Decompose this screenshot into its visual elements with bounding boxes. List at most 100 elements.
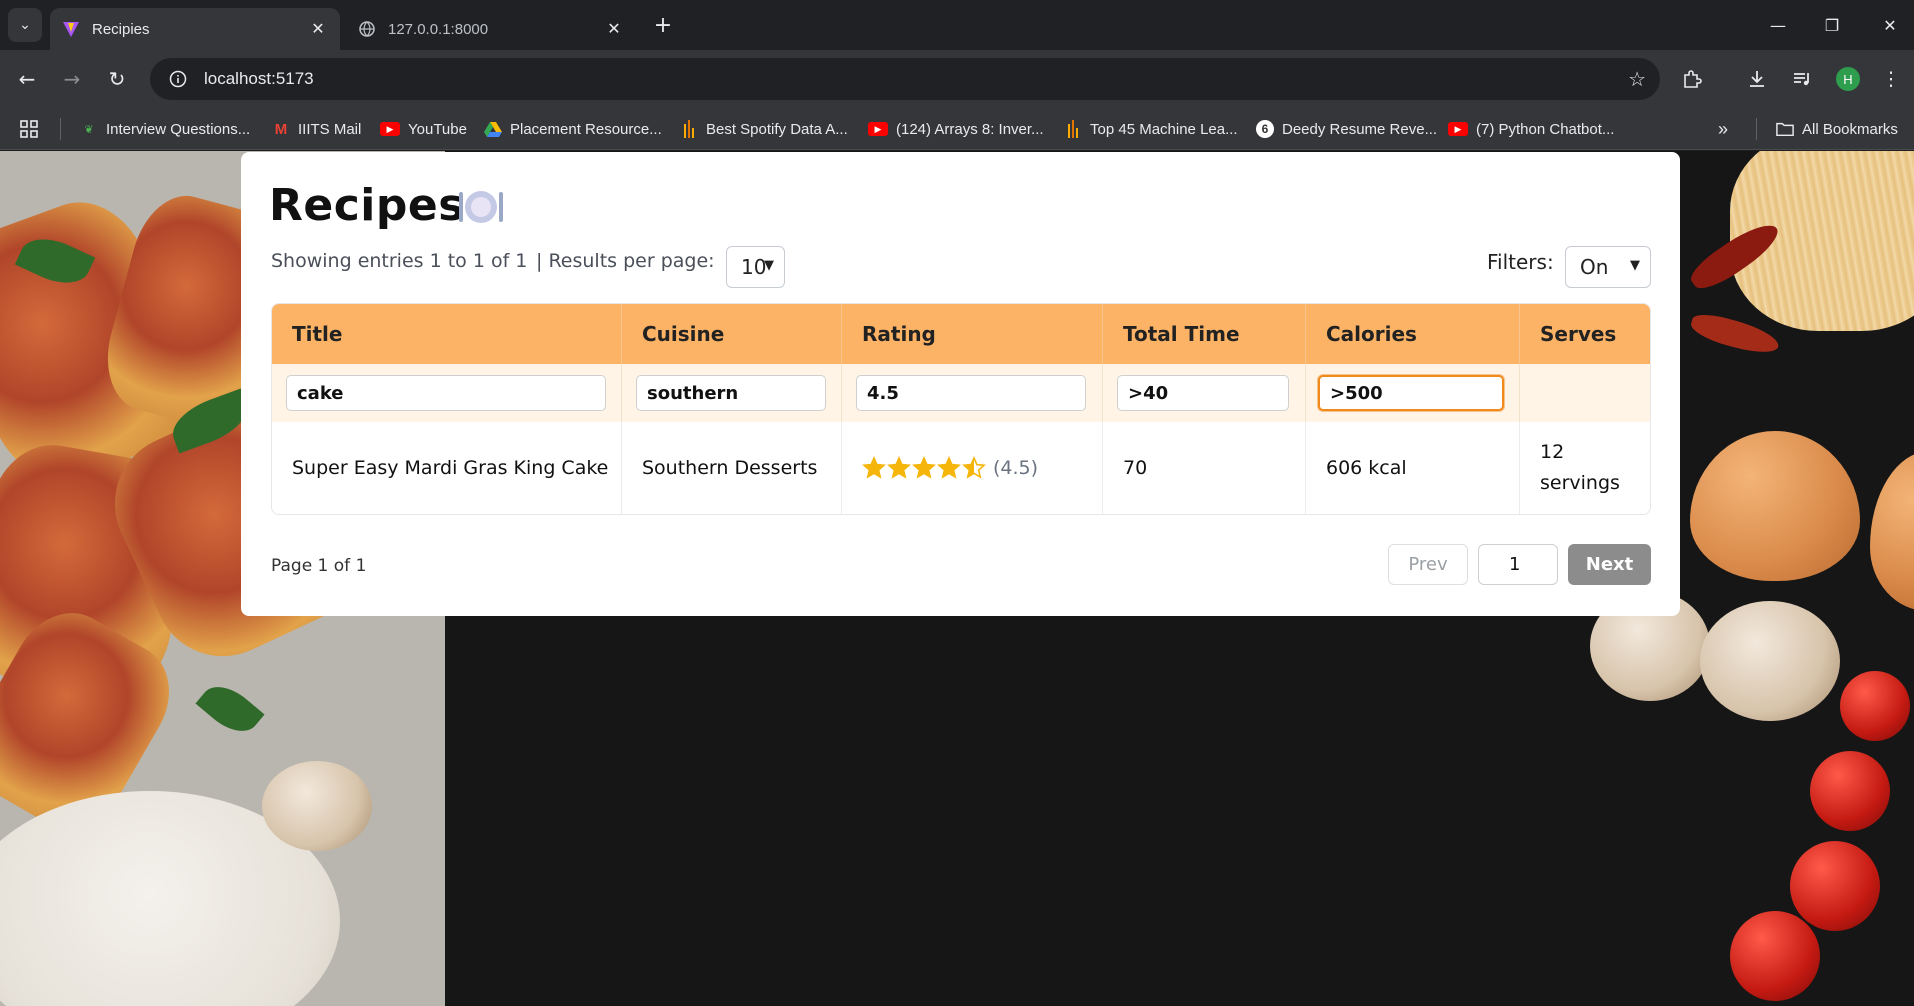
star-full-icon	[912, 456, 936, 479]
bookmark-label: (124) Arrays 8: Inver...	[896, 120, 1044, 138]
recipes-card: Recipes Showing entries 1 to 1 of 1 | Re…	[241, 152, 1680, 616]
url-text: localhost:5173	[204, 69, 314, 88]
table-header-row: Title Cuisine Rating Total Time Calories…	[272, 304, 1650, 364]
filter-cell-title: cake	[272, 364, 622, 422]
filter-cell-cuisine: southern	[622, 364, 842, 422]
download-icon[interactable]	[1740, 62, 1774, 96]
column-header-rating[interactable]: Rating	[842, 304, 1103, 364]
gmail-icon: M	[274, 120, 288, 138]
tab-search-button[interactable]: ⌄	[8, 8, 42, 42]
bookmark-placement-resource[interactable]: Placement Resource...	[484, 116, 662, 142]
column-header-serves[interactable]: Serves	[1520, 304, 1650, 364]
page-info-text: Page 1 of 1	[271, 556, 367, 576]
cherry-tomato	[1790, 841, 1880, 931]
filter-cell-rating: 4.5	[842, 364, 1103, 422]
media-control-icon[interactable]	[1785, 62, 1819, 96]
bookmark-star-icon[interactable]: ☆	[1628, 67, 1646, 91]
bookmark-iiits-mail[interactable]: M IIITS Mail	[272, 116, 362, 142]
bookmark-label: Deedy Resume Reve...	[1282, 120, 1438, 138]
chevron-down-icon: ⌄	[19, 17, 31, 33]
column-header-calories[interactable]: Calories	[1306, 304, 1520, 364]
forward-arrow-icon[interactable]: →	[55, 62, 89, 96]
apps-grid-icon[interactable]	[20, 116, 38, 142]
cherry-tomato	[1810, 751, 1890, 831]
cuisine-filter-input[interactable]: southern	[636, 375, 826, 411]
egg	[1690, 431, 1860, 581]
bookmark-python-chatbot[interactable]: ▶ (7) Python Chatbot...	[1448, 116, 1614, 142]
bookmark-label: All Bookmarks	[1802, 120, 1898, 138]
bookmark-deedy-resume[interactable]: 6 Deedy Resume Reve...	[1256, 116, 1437, 142]
filter-cell-total-time: >40	[1103, 364, 1306, 422]
vite-logo-icon	[62, 20, 80, 38]
filters-toggle-select[interactable]: On ▼	[1565, 246, 1651, 288]
column-header-cuisine[interactable]: Cuisine	[622, 304, 842, 364]
page-number-input[interactable]: 1	[1478, 544, 1558, 585]
back-arrow-icon[interactable]: ←	[10, 62, 44, 96]
globe-icon	[358, 20, 376, 38]
cell-rating: (4.5)	[842, 422, 1103, 514]
filter-cell-calories: >500	[1306, 364, 1520, 422]
more-bookmarks-chevron-icon[interactable]: »	[1718, 116, 1728, 142]
tab-localhost-8000[interactable]: 127.0.0.1:8000 ✕	[346, 8, 636, 50]
bookmark-label: Best Spotify Data A...	[706, 120, 848, 138]
bookmark-label: Top 45 Machine Lea...	[1090, 120, 1238, 138]
results-per-page-label: | Results per page:	[536, 250, 715, 272]
cell-calories: 606 kcal	[1306, 422, 1520, 514]
bookmark-label: IIITS Mail	[298, 120, 362, 138]
bookmark-youtube[interactable]: ▶ YouTube	[380, 116, 467, 142]
star-full-icon	[862, 456, 886, 479]
extensions-icon[interactable]	[1675, 62, 1709, 96]
site-info-icon[interactable]	[158, 70, 198, 88]
close-icon[interactable]: ✕	[604, 19, 624, 39]
table-row[interactable]: Super Easy Mardi Gras King Cake Southern…	[272, 422, 1650, 514]
address-bar[interactable]: localhost:5173 ☆	[150, 58, 1660, 100]
next-page-button[interactable]: Next	[1568, 544, 1651, 585]
bookmark-label: YouTube	[408, 120, 467, 138]
mushroom	[262, 761, 372, 851]
filter-cell-serves	[1520, 364, 1650, 422]
tab-recipies[interactable]: Recipies ✕	[50, 8, 340, 50]
column-header-total-time[interactable]: Total Time	[1103, 304, 1306, 364]
cell-cuisine: Southern Desserts	[622, 422, 842, 514]
chart-bars-icon	[1064, 120, 1082, 138]
minimize-icon[interactable]: —	[1758, 10, 1798, 40]
chart-bars-icon	[680, 120, 698, 138]
bookmark-interview-questions[interactable]: ❦ Interview Questions...	[80, 116, 250, 142]
youtube-icon: ▶	[1448, 122, 1468, 136]
total-time-filter-input[interactable]: >40	[1117, 375, 1289, 411]
youtube-icon: ▶	[380, 122, 400, 136]
title-filter-input[interactable]: cake	[286, 375, 606, 411]
rating-filter-input[interactable]: 4.5	[856, 375, 1086, 411]
results-per-page-select[interactable]: 10 ▼	[726, 246, 785, 288]
calories-filter-input[interactable]: >500	[1318, 375, 1504, 411]
all-bookmarks-folder[interactable]: All Bookmarks	[1776, 116, 1898, 142]
close-window-icon[interactable]: ✕	[1870, 10, 1910, 40]
column-header-title[interactable]: Title	[272, 304, 622, 364]
menu-kebab-icon[interactable]: ⋮	[1874, 62, 1908, 96]
chevron-down-icon: ▼	[764, 258, 774, 273]
egg	[1870, 451, 1914, 611]
profile-avatar[interactable]: H	[1836, 67, 1860, 91]
mushroom	[1700, 601, 1840, 721]
select-value: 10	[741, 255, 767, 279]
recipes-table: Title Cuisine Rating Total Time Calories…	[271, 303, 1651, 515]
cherry-tomato	[1840, 671, 1910, 741]
bookmark-label: Interview Questions...	[106, 120, 251, 138]
select-value: On	[1580, 255, 1609, 279]
filter-row: cake southern 4.5 >40 >500	[272, 364, 1650, 422]
bookmark-top-45-ml[interactable]: Top 45 Machine Lea...	[1064, 116, 1238, 142]
youtube-icon: ▶	[868, 122, 888, 136]
cell-total-time: 70	[1103, 422, 1306, 514]
overleaf-icon: 6	[1256, 120, 1274, 138]
bookmark-label: Placement Resource...	[510, 120, 662, 138]
reload-icon[interactable]: ↻	[100, 62, 134, 96]
restore-icon[interactable]: ❐	[1812, 10, 1852, 40]
prev-page-button[interactable]: Prev	[1388, 544, 1468, 585]
bookmark-best-spotify[interactable]: Best Spotify Data A...	[680, 116, 848, 142]
bookmark-separator	[1756, 118, 1757, 140]
cell-serves: 12 servings	[1540, 441, 1620, 494]
close-icon[interactable]: ✕	[308, 19, 328, 39]
new-tab-button[interactable]: +	[650, 12, 676, 38]
bookmark-arrays-8[interactable]: ▶ (124) Arrays 8: Inver...	[868, 116, 1044, 142]
rating-stars	[862, 456, 987, 480]
